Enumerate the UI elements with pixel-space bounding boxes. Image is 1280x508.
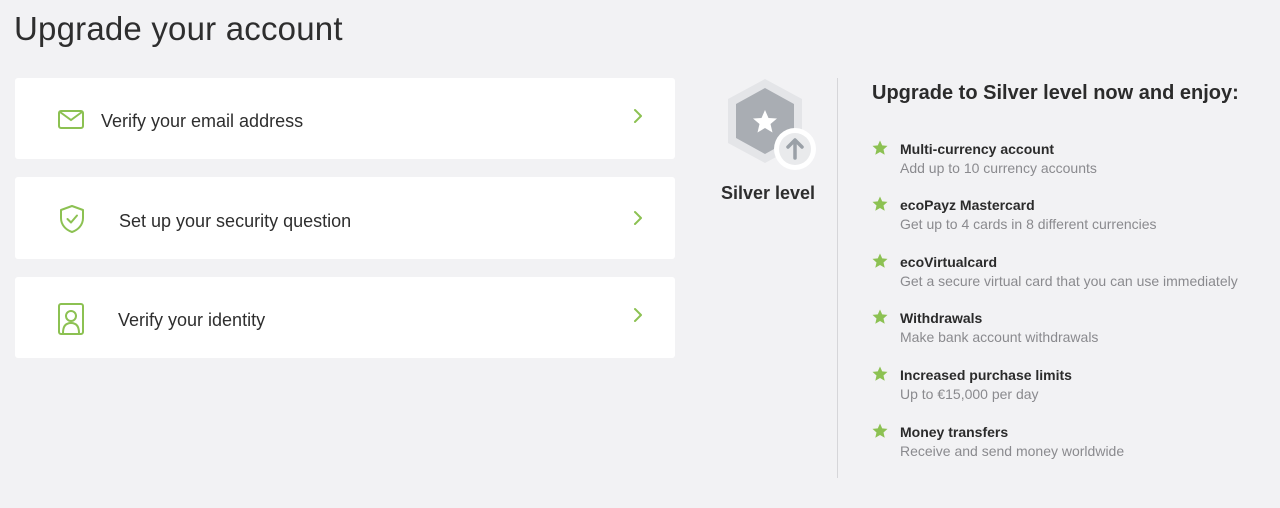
star-icon [872, 196, 888, 211]
benefit-title: Increased purchase limits [900, 367, 1072, 383]
silver-hexagon-star-icon [728, 79, 816, 170]
benefit-description: Add up to 10 currency accounts [900, 160, 1097, 176]
benefit-description: Make bank account withdrawals [900, 329, 1099, 345]
page-title: Upgrade your account [14, 10, 343, 47]
security-question-card[interactable]: Set up your security question [15, 177, 675, 259]
star-icon [872, 309, 888, 324]
level-name: Silver level [720, 183, 816, 203]
benefit-description: Get up to 4 cards in 8 different currenc… [900, 216, 1157, 232]
benefit-title: Money transfers [900, 424, 1009, 440]
benefit-description: Get a secure virtual card that you can u… [900, 273, 1238, 289]
verify-email-card[interactable]: Verify your email address [15, 78, 675, 159]
benefit-description: Up to €15,000 per day [900, 386, 1039, 402]
star-icon [872, 140, 888, 155]
shield-check-icon [60, 205, 84, 233]
chevron-right-icon [634, 211, 642, 225]
id-card-icon [58, 303, 84, 335]
benefit-title: ecoPayz Mastercard [900, 197, 1035, 213]
divider [837, 78, 838, 478]
verify-identity-card[interactable]: Verify your identity [15, 277, 675, 358]
star-icon [872, 253, 888, 268]
chevron-right-icon [634, 308, 642, 322]
silver-level-badge [720, 76, 816, 176]
star-icon [872, 366, 888, 381]
benefit-title: Multi-currency account [900, 141, 1055, 157]
benefit-description: Receive and send money worldwide [900, 443, 1125, 459]
benefits-title: Upgrade to Silver level now and enjoy: [872, 82, 1239, 104]
envelope-icon [58, 110, 84, 129]
security-question-label: Set up your security question [119, 211, 352, 231]
verify-email-label: Verify your email address [101, 111, 304, 131]
verify-identity-label: Verify your identity [118, 310, 266, 330]
benefit-title: ecoVirtualcard [900, 254, 998, 270]
benefit-title: Withdrawals [900, 310, 983, 326]
star-icon [872, 423, 888, 438]
chevron-right-icon [634, 109, 642, 123]
